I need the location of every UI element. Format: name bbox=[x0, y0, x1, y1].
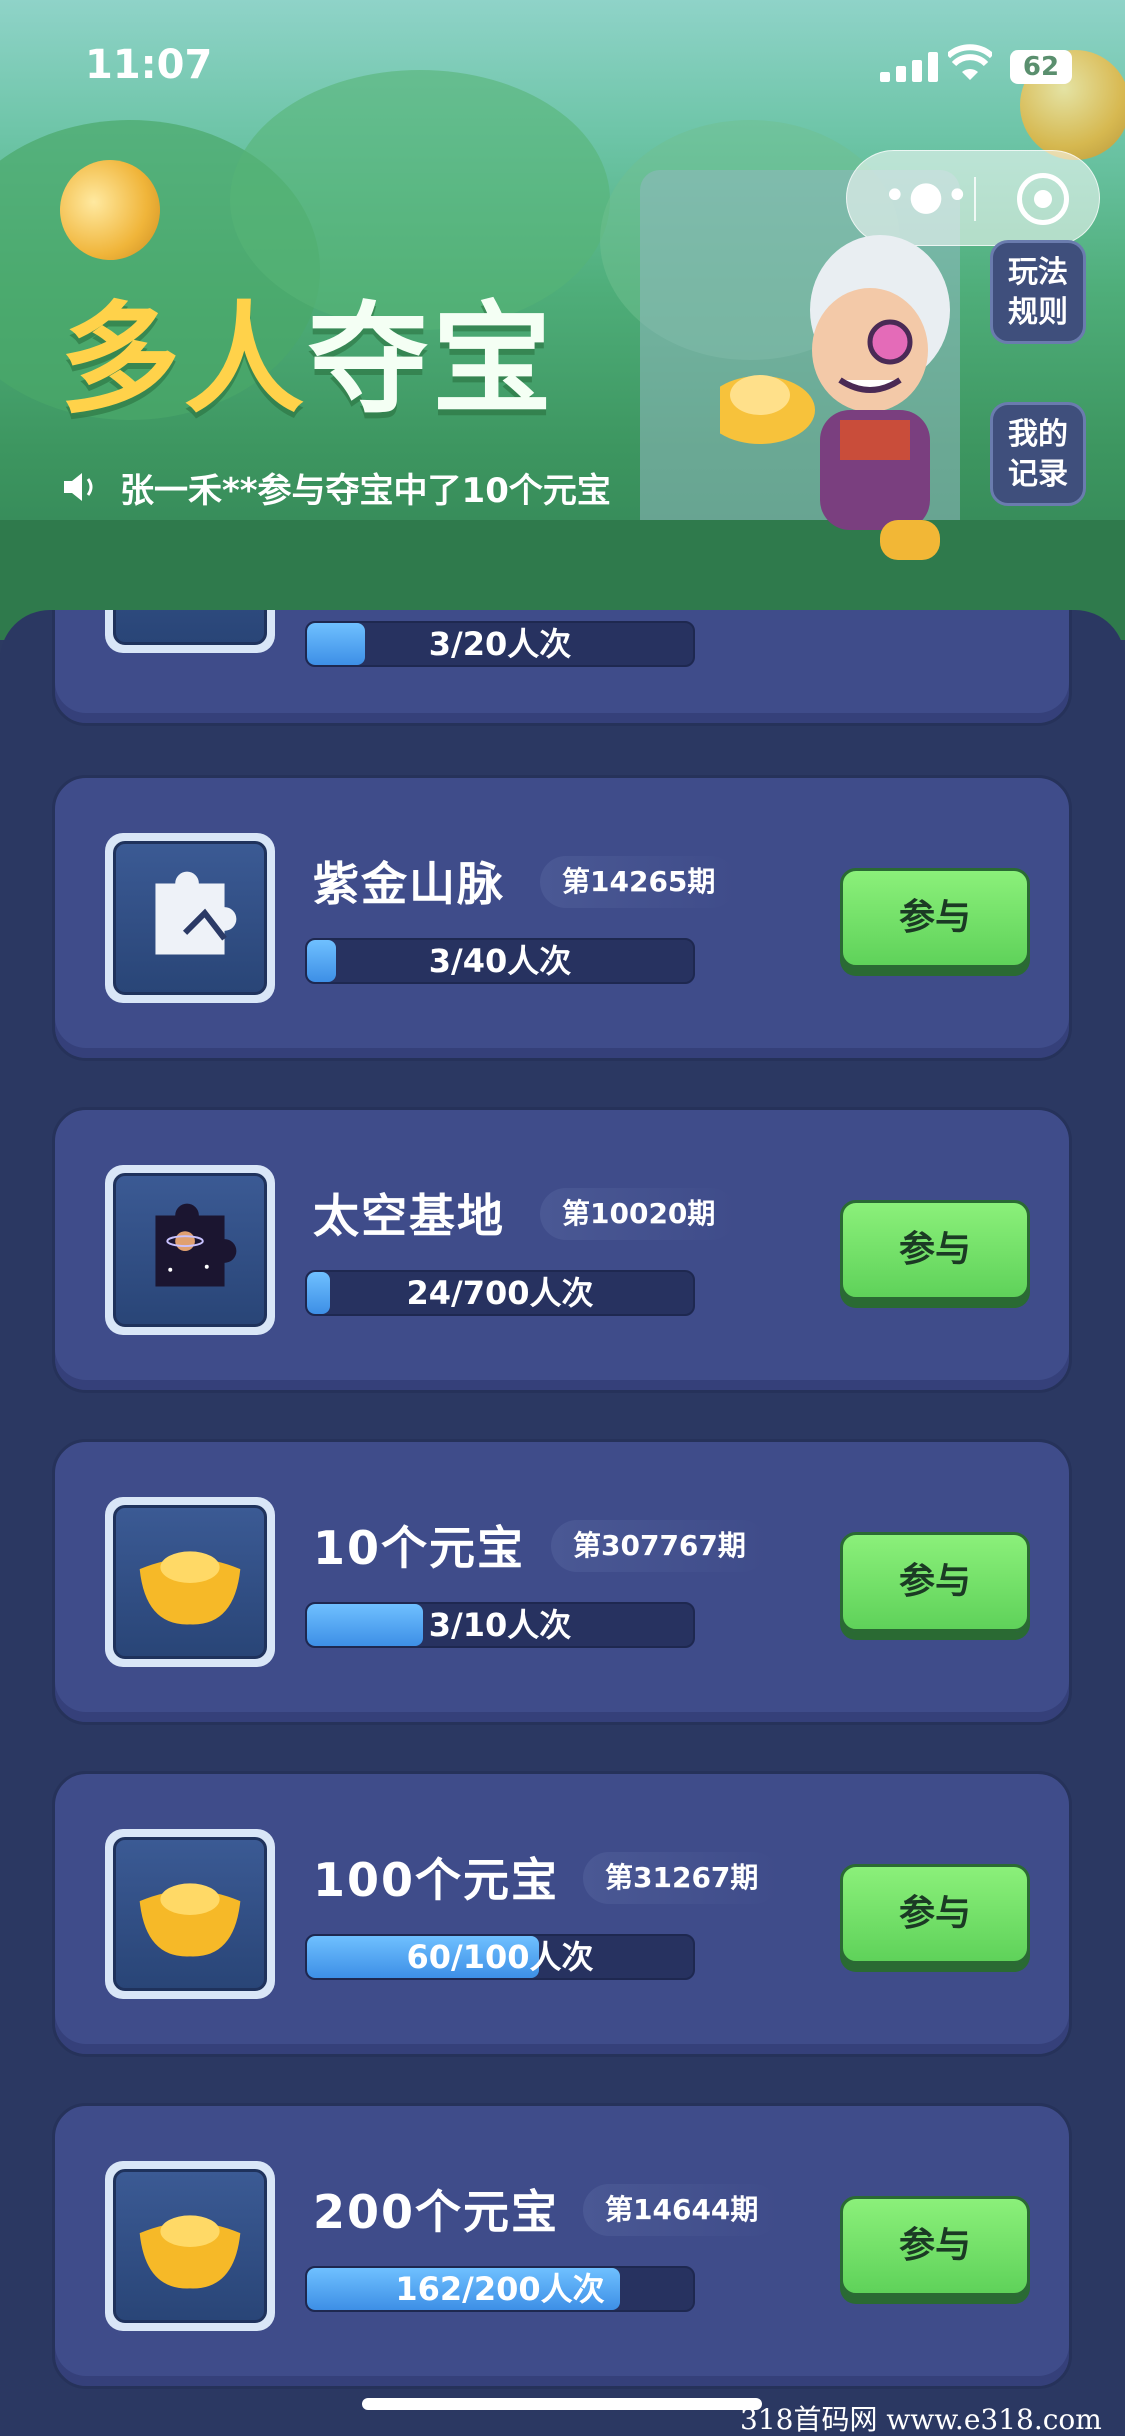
prize-card: 太空基地 第10020期 24/700人次 参与 bbox=[52, 1107, 1072, 1393]
prize-thumbnail bbox=[105, 833, 275, 1003]
issue-badge: 第10020期 bbox=[540, 1188, 738, 1240]
title-part2: 夺宝 bbox=[308, 291, 556, 430]
progress-text: 60/100人次 bbox=[406, 1938, 594, 1976]
prize-name: 太空基地 bbox=[313, 1189, 505, 1243]
join-button[interactable]: 参与 bbox=[840, 1200, 1030, 1300]
home-indicator bbox=[362, 2398, 762, 2410]
records-button[interactable]: 我的 记录 bbox=[990, 402, 1086, 506]
progress-bar: 3/20人次 bbox=[305, 621, 695, 667]
prize-card-partial: 3/20人次 bbox=[52, 610, 1072, 726]
issue-badge: 第31267期 bbox=[583, 1852, 781, 1904]
prize-card: 200个元宝 第14644期 162/200人次 参与 bbox=[52, 2103, 1072, 2389]
page-title: 多人夺宝 bbox=[60, 262, 556, 436]
gold-ingot-icon bbox=[139, 2215, 241, 2289]
prize-name: 200个元宝 bbox=[313, 2185, 560, 2239]
progress-bar: 162/200人次 bbox=[305, 2266, 695, 2312]
issue-badge: 第14265期 bbox=[540, 856, 738, 908]
puzzle-mountain-icon bbox=[155, 871, 237, 955]
gold-ingot-icon bbox=[139, 1883, 241, 1957]
prize-name: 100个元宝 bbox=[313, 1853, 560, 1907]
prize-thumbnail bbox=[105, 1829, 275, 1999]
prize-thumbnail bbox=[105, 2161, 275, 2331]
prize-thumbnail bbox=[105, 1165, 275, 1335]
prize-name: 紫金山脉 bbox=[313, 857, 505, 911]
issue-badge: 第14644期 bbox=[583, 2184, 781, 2236]
speaker-icon bbox=[64, 473, 93, 501]
battery-indicator: 62 bbox=[1010, 50, 1072, 84]
progress-bar: 60/100人次 bbox=[305, 1934, 695, 1980]
prize-card: 10个元宝 第307767期 3/10人次 参与 bbox=[52, 1439, 1072, 1725]
progress-bar: 3/40人次 bbox=[305, 938, 695, 984]
ticker-text: 张一禾**参与夺宝中了10个元宝 bbox=[120, 470, 611, 511]
more-icon[interactable]: •●• bbox=[883, 176, 969, 219]
rules-button-line2: 规则 bbox=[1008, 295, 1068, 330]
puzzle-space-icon bbox=[155, 1203, 237, 1287]
prize-list-panel[interactable]: 3/20人次 紫金山脉 第14265期 3/40人次 参与 太空基地 第1002… bbox=[0, 610, 1125, 2436]
progress-bar: 3/10人次 bbox=[305, 1602, 695, 1648]
signal-icon bbox=[880, 52, 938, 82]
join-button[interactable]: 参与 bbox=[840, 2196, 1030, 2296]
progress-text: 162/200人次 bbox=[395, 2270, 605, 2308]
header-banner: 11:07 62 •●• 多人夺宝 张一禾**参与夺宝中了10个元宝 玩法 规则… bbox=[0, 0, 1125, 640]
status-bar: 11:07 62 bbox=[0, 0, 1125, 130]
prize-card: 紫金山脉 第14265期 3/40人次 参与 bbox=[52, 775, 1072, 1061]
rules-button[interactable]: 玩法 规则 bbox=[990, 240, 1086, 344]
progress-text: 3/20人次 bbox=[428, 625, 572, 663]
progress-text: 3/40人次 bbox=[428, 942, 572, 980]
capsule-divider bbox=[974, 177, 976, 221]
progress-bar: 24/700人次 bbox=[305, 1270, 695, 1316]
progress-text: 24/700人次 bbox=[406, 1274, 594, 1312]
winner-ticker: 张一禾**参与夺宝中了10个元宝 bbox=[60, 455, 680, 519]
gold-ingot-icon bbox=[139, 1551, 241, 1625]
watermark: 318首码网 www.e318.com bbox=[740, 2403, 1102, 2436]
prize-thumbnail bbox=[105, 1497, 275, 1667]
rules-button-line1: 玩法 bbox=[1008, 255, 1068, 290]
prize-thumbnail bbox=[105, 610, 275, 653]
progress-text: 3/10人次 bbox=[428, 1606, 572, 1644]
join-button[interactable]: 参与 bbox=[840, 1864, 1030, 1964]
records-button-line2: 记录 bbox=[1008, 457, 1068, 492]
prize-card: 100个元宝 第31267期 60/100人次 参与 bbox=[52, 1771, 1072, 2057]
close-target-icon[interactable] bbox=[1017, 173, 1069, 225]
join-button[interactable]: 参与 bbox=[840, 1532, 1030, 1632]
status-time: 11:07 bbox=[85, 42, 213, 88]
join-button[interactable]: 参与 bbox=[840, 868, 1030, 968]
records-button-line1: 我的 bbox=[1008, 417, 1068, 452]
issue-badge: 第307767期 bbox=[551, 1520, 768, 1572]
wifi-icon bbox=[948, 44, 992, 80]
prize-name: 10个元宝 bbox=[313, 1521, 526, 1575]
title-part1: 多人 bbox=[60, 291, 308, 430]
character-illustration bbox=[705, 230, 970, 570]
